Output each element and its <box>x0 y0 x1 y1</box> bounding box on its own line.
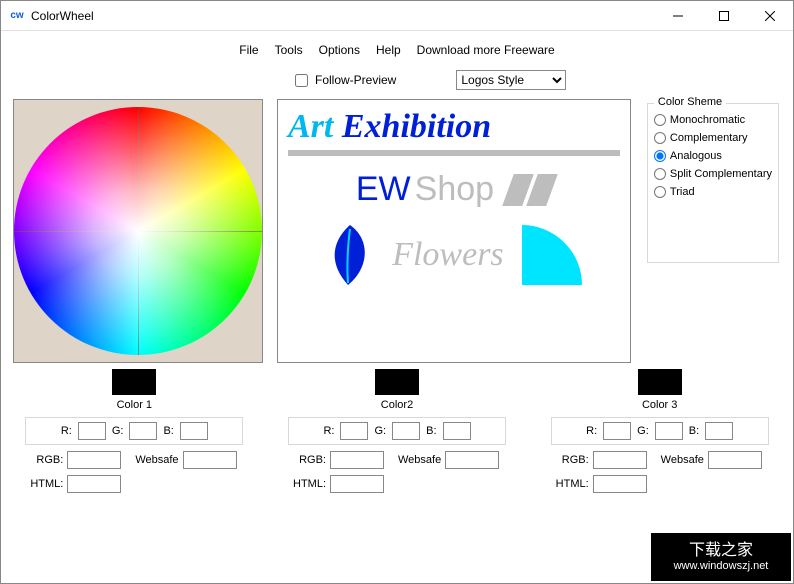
color-panel-1: Color 1 R: G: B: RGB: Websafe HTML: <box>13 369 256 499</box>
scheme-complementary[interactable]: Complementary <box>654 132 772 144</box>
close-icon <box>765 11 775 21</box>
color3-g-input[interactable] <box>655 422 683 440</box>
minimize-button[interactable] <box>655 1 701 31</box>
preview-flowers: Flowers <box>392 236 503 274</box>
follow-preview-label: Follow-Preview <box>315 73 396 87</box>
color-scheme-group: Color Sheme Monochromatic Complementary … <box>647 103 779 263</box>
color3-rgb-input[interactable] <box>593 451 647 469</box>
watermark: 下载之家 www.windowszj.net <box>651 533 791 581</box>
menu-help[interactable]: Help <box>370 41 407 59</box>
menu-options[interactable]: Options <box>313 41 366 59</box>
color1-name: Color 1 <box>117 399 152 411</box>
menu-tools[interactable]: Tools <box>269 41 309 59</box>
follow-preview-checkbox[interactable]: Follow-Preview <box>291 71 396 90</box>
maximize-icon <box>719 11 729 21</box>
wheel-crosshair-v <box>138 107 139 355</box>
menu-file[interactable]: File <box>233 41 264 59</box>
color-wheel[interactable] <box>14 107 262 355</box>
scheme-mono[interactable]: Monochromatic <box>654 114 772 126</box>
color1-html-input[interactable] <box>67 475 121 493</box>
maximize-button[interactable] <box>701 1 747 31</box>
color2-r-input[interactable] <box>340 422 368 440</box>
color-panels-row: Color 1 R: G: B: RGB: Websafe HTML: Colo… <box>13 369 781 499</box>
color3-websafe-input[interactable] <box>708 451 762 469</box>
color1-r-input[interactable] <box>78 422 106 440</box>
follow-preview-input[interactable] <box>295 74 308 87</box>
color1-rgb-input[interactable] <box>67 451 121 469</box>
preview-art-exhibition: Art Exhibition <box>288 108 620 146</box>
preview-rule <box>288 150 620 156</box>
slash-icon <box>508 174 552 206</box>
color3-html-input[interactable] <box>593 475 647 493</box>
color2-b-input[interactable] <box>443 422 471 440</box>
color3-swatch[interactable] <box>638 369 682 395</box>
color3-name: Color 3 <box>642 399 677 411</box>
color-panel-3: Color 3 R: G: B: RGB: Websafe HTML: <box>538 369 781 499</box>
color2-g-input[interactable] <box>392 422 420 440</box>
preview-ewshop: EWShop <box>288 170 620 209</box>
window-title: ColorWheel <box>31 9 94 23</box>
scheme-legend: Color Sheme <box>654 96 726 108</box>
color3-b-input[interactable] <box>705 422 733 440</box>
scheme-split[interactable]: Split Complementary <box>654 168 772 180</box>
color-wheel-panel <box>13 99 263 363</box>
quarter-circle-icon <box>522 225 582 285</box>
scheme-triad[interactable]: Triad <box>654 186 772 198</box>
color3-r-input[interactable] <box>603 422 631 440</box>
color2-name: Color2 <box>381 399 413 411</box>
titlebar: cw ColorWheel <box>1 1 793 31</box>
watermark-url: www.windowszj.net <box>674 560 769 573</box>
color1-g-input[interactable] <box>129 422 157 440</box>
app-icon: cw <box>9 8 25 24</box>
wheel-crosshair-h <box>14 231 262 232</box>
watermark-text: 下载之家 <box>689 541 753 560</box>
close-button[interactable] <box>747 1 793 31</box>
color1-websafe-input[interactable] <box>183 451 237 469</box>
color2-websafe-input[interactable] <box>445 451 499 469</box>
minimize-icon <box>673 11 683 21</box>
color2-html-input[interactable] <box>330 475 384 493</box>
color1-swatch[interactable] <box>112 369 156 395</box>
color-panel-2: Color2 R: G: B: RGB: Websafe HTML: <box>276 369 519 499</box>
color2-swatch[interactable] <box>375 369 419 395</box>
menu-download[interactable]: Download more Freeware <box>411 41 561 59</box>
color1-b-input[interactable] <box>180 422 208 440</box>
preview-panel: Art Exhibition EWShop Flowers <box>277 99 631 363</box>
color2-rgb-input[interactable] <box>330 451 384 469</box>
scheme-analogous[interactable]: Analogous <box>654 150 772 162</box>
menubar: File Tools Options Help Download more Fr… <box>1 31 793 69</box>
style-select[interactable]: Logos Style <box>456 70 566 90</box>
leaf-icon <box>326 223 374 287</box>
